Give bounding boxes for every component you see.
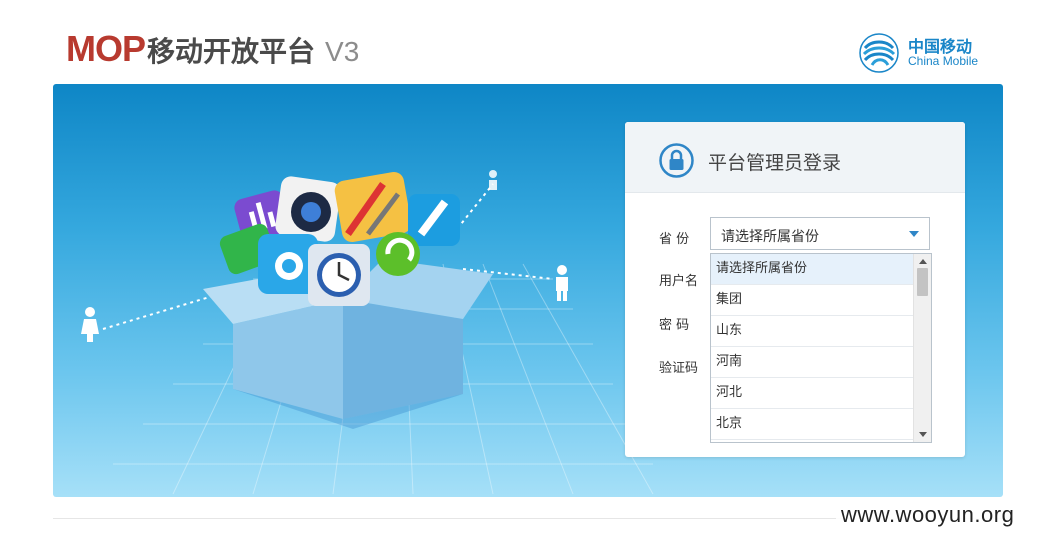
platform-logo: MOP 移动开放平台 V3 (66, 28, 359, 74)
dropdown-scrollbar[interactable] (913, 254, 931, 442)
login-header: 平台管理员登录 (625, 122, 965, 193)
login-title: 平台管理员登录 (708, 152, 842, 174)
province-dropdown-list[interactable]: 请选择所属省份 集团 山东 河南 河北 北京 天津 (710, 253, 932, 443)
province-option[interactable]: 天津 (711, 440, 914, 442)
person-icon-right (556, 265, 568, 301)
province-option[interactable]: 河南 (711, 347, 914, 378)
brand-name: 移动开放平台 (147, 35, 316, 68)
province-options: 请选择所属省份 集团 山东 河南 河北 北京 天津 (711, 254, 914, 442)
province-option[interactable]: 河北 (711, 378, 914, 409)
province-option[interactable]: 请选择所属省份 (711, 254, 914, 285)
china-mobile-en: China Mobile (908, 54, 979, 68)
china-mobile-emblem-icon (859, 33, 899, 73)
brand-version: V3 (325, 36, 360, 67)
scroll-up-icon[interactable] (919, 259, 927, 264)
person-icon-top (489, 170, 497, 190)
login-panel: 平台管理员登录 省 份 用户名 密 码 验证码 请选择所属省份 请选择所属省份 … (625, 122, 965, 457)
province-label: 省 份 (659, 232, 690, 247)
watermark-text: www.wooyun.org (841, 502, 1015, 527)
province-select-value: 请选择所属省份 (721, 229, 819, 245)
password-label: 密 码 (659, 318, 690, 333)
brand-mop: MOP (66, 28, 146, 69)
scroll-thumb[interactable] (917, 268, 928, 296)
province-option[interactable]: 北京 (711, 409, 914, 440)
watermark: www.wooyun.org (836, 498, 1046, 534)
china-mobile-logo: 中国移动 China Mobile (858, 32, 998, 74)
chevron-down-icon (909, 231, 919, 237)
lock-icon (659, 143, 694, 178)
scroll-down-icon[interactable] (919, 432, 927, 437)
province-option[interactable]: 山东 (711, 316, 914, 347)
person-icon-left (81, 307, 99, 342)
username-label: 用户名 (659, 274, 699, 289)
province-select[interactable]: 请选择所属省份 (710, 217, 930, 250)
captcha-label: 验证码 (659, 361, 699, 376)
province-option[interactable]: 集团 (711, 285, 914, 316)
